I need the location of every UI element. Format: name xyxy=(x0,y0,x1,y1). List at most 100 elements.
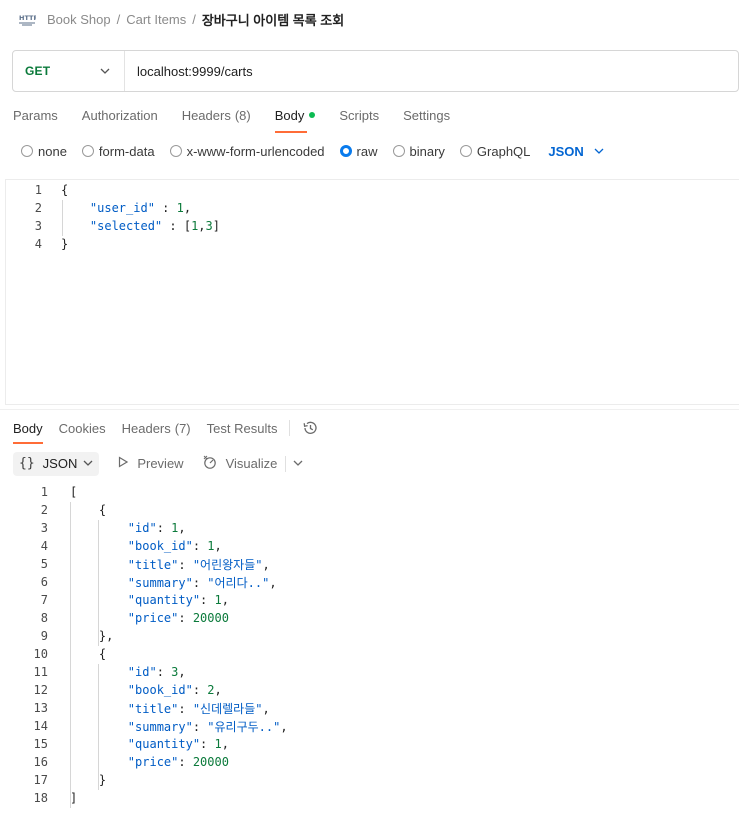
json-punct: , xyxy=(280,719,288,734)
line-number: 18 xyxy=(33,791,48,805)
code-line: 13 "title": "신데렐라들", xyxy=(0,699,270,717)
history-icon[interactable] xyxy=(302,420,318,436)
json-punct: , xyxy=(262,701,270,716)
body-format-select[interactable]: JSON xyxy=(548,144,604,159)
request-body-editor[interactable]: 1{2 "user_id" : 1, 3 "selected" : [1,3] 4} xyxy=(5,179,739,405)
json-string: "id" xyxy=(127,665,157,679)
tab-label: Scripts xyxy=(339,107,380,123)
code-text: { xyxy=(70,503,106,517)
code-text: { xyxy=(70,647,106,661)
json-punct xyxy=(70,593,128,607)
line-number: 3 xyxy=(40,521,48,535)
tab-body[interactable]: Body xyxy=(274,100,316,133)
tab-response-body[interactable]: Body xyxy=(13,415,43,444)
code-text: "book_id": 1, xyxy=(70,539,222,553)
line-number: 3 xyxy=(34,219,42,233)
json-string: "book_id" xyxy=(127,539,193,553)
chevron-down-icon[interactable] xyxy=(293,458,303,469)
tab-scripts[interactable]: Scripts xyxy=(339,100,379,130)
json-punct: : xyxy=(156,521,172,535)
code-line: 16 "price": 20000 xyxy=(0,753,229,771)
code-text: "price": 20000 xyxy=(70,611,229,625)
response-format-select[interactable]: {} JSON xyxy=(13,451,100,476)
preview-button[interactable]: Preview xyxy=(117,456,184,471)
json-punct xyxy=(61,219,90,233)
pane-divider[interactable] xyxy=(0,409,739,410)
json-number: 1 xyxy=(176,201,184,215)
url-input[interactable]: localhost:9999/carts xyxy=(125,64,253,79)
radio-label: x-www-form-urlencoded xyxy=(186,143,325,159)
tab-cookies[interactable]: Cookies xyxy=(59,415,106,441)
radio-circle xyxy=(169,145,182,157)
separator xyxy=(285,455,287,472)
code-line: 14 "summary": "유리구두..", xyxy=(0,717,288,735)
radio-circle xyxy=(459,145,472,157)
method-select[interactable]: GET xyxy=(13,51,125,91)
json-punct: : xyxy=(178,611,193,625)
json-string: "book_id" xyxy=(127,683,193,697)
json-punct: , xyxy=(198,219,206,233)
request-title[interactable]: 장바구니 아이템 목록 조회 xyxy=(202,10,344,29)
radio-circle xyxy=(392,145,405,157)
json-punct: , xyxy=(269,575,277,590)
radio-binary[interactable]: binary xyxy=(392,144,445,159)
json-punct xyxy=(70,720,128,734)
tab-count: (7) xyxy=(174,420,191,436)
code-line: 9 }, xyxy=(0,627,114,645)
radio-form-data[interactable]: form-data xyxy=(81,143,155,159)
line-number: 11 xyxy=(33,665,48,679)
response-body-viewer[interactable]: 1[2 {3 "id": 1, 4 "book_id": 1, 5 "title":… xyxy=(0,482,739,812)
json-string: "price" xyxy=(127,755,179,769)
code-text: "quantity": 1, xyxy=(70,593,229,607)
json-punct: : xyxy=(192,719,208,734)
json-string: "price" xyxy=(127,611,179,625)
code-text: [ xyxy=(70,485,77,499)
json-punct: , xyxy=(221,593,229,607)
code-text: "title": "신데렐라들", xyxy=(70,700,270,717)
breadcrumb-item-collection[interactable]: Book Shop xyxy=(47,12,111,27)
radio-circle xyxy=(21,145,33,157)
tab-label: Body xyxy=(274,107,305,123)
breadcrumb-item-folder[interactable]: Cart Items xyxy=(126,12,186,27)
json-string: "quantity" xyxy=(127,737,201,751)
json-punct xyxy=(70,665,128,679)
tab-test-results[interactable]: Test Results xyxy=(207,415,278,441)
http-icon: HTTP xyxy=(18,12,36,26)
line-number: 12 xyxy=(33,683,48,697)
tab-params[interactable]: Params xyxy=(13,100,58,130)
radio-label: form-data xyxy=(98,143,155,159)
code-line: 11 "id": 3, xyxy=(0,663,186,681)
line-number: 9 xyxy=(40,629,48,643)
code-line: 1{ xyxy=(6,181,68,199)
tab-settings[interactable]: Settings xyxy=(403,100,450,130)
json-string: "id" xyxy=(127,521,157,535)
tab-response-headers[interactable]: Headers (7) xyxy=(122,415,191,441)
tab-authorization[interactable]: Authorization xyxy=(82,100,158,130)
code-text: "summary": "어리다..", xyxy=(70,574,277,591)
json-punct xyxy=(70,539,128,553)
code-line: 12 "book_id": 2, xyxy=(0,681,222,699)
radio-graphql[interactable]: GraphQL xyxy=(459,144,530,159)
body-indicator-dot xyxy=(309,112,316,118)
json-string: "신데렐라들" xyxy=(192,701,263,716)
chevron-down-icon xyxy=(100,66,110,77)
radio-raw[interactable]: raw xyxy=(339,144,378,159)
json-string: "selected" xyxy=(89,219,163,233)
tab-headers[interactable]: Headers (8) xyxy=(182,100,251,130)
json-number: 2 xyxy=(207,683,215,697)
json-punct: , xyxy=(178,521,186,535)
response-format-label: JSON xyxy=(42,456,78,471)
radio-none[interactable]: none xyxy=(21,144,67,159)
line-number: 15 xyxy=(33,737,48,751)
json-punct: : xyxy=(192,575,208,590)
json-string: "어리다.." xyxy=(207,575,270,590)
code-line: 17 } xyxy=(0,771,107,789)
radio-urlencoded[interactable]: x-www-form-urlencoded xyxy=(169,143,325,159)
json-punct: , xyxy=(214,539,222,553)
response-toolbar: {} JSON Preview Visualize xyxy=(13,451,303,476)
visualize-button[interactable]: Visualize xyxy=(202,454,277,473)
code-text: "user_id" : 1, xyxy=(61,201,191,215)
json-punct xyxy=(70,576,128,590)
tab-count: (8) xyxy=(234,107,251,123)
json-punct xyxy=(70,737,128,751)
